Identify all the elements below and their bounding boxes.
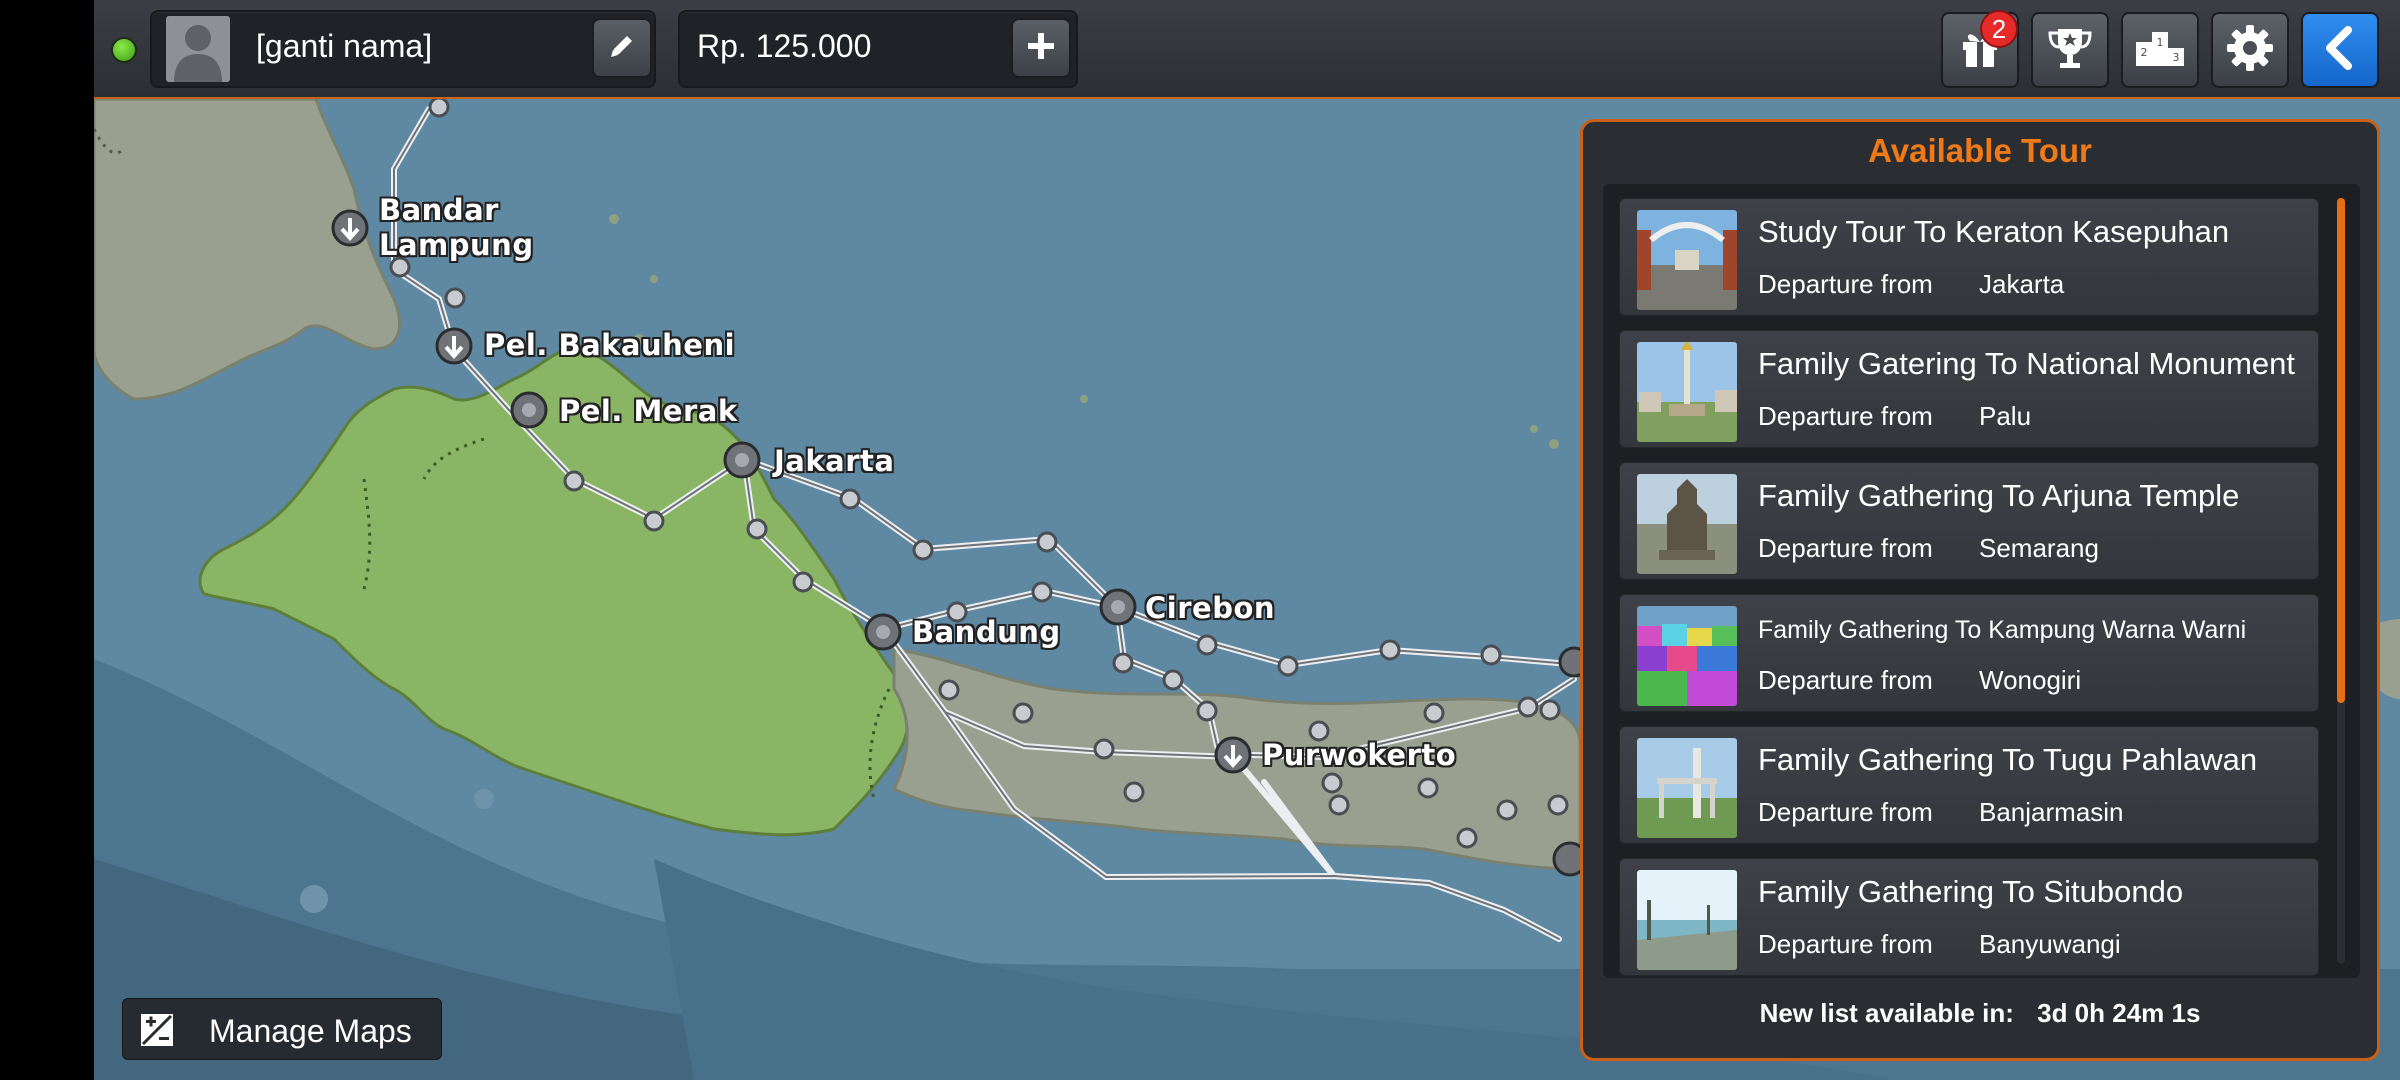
city-label-bakauheni[interactable]: Pel. Bakauheni	[484, 328, 735, 363]
gift-count-badge: 2	[1980, 10, 2018, 48]
departure-label: Departure from	[1758, 269, 1933, 299]
city-label-bandar-lampung[interactable]: Bandar Lampung	[379, 193, 534, 263]
city-label-jakarta[interactable]: Jakarta	[774, 444, 894, 479]
tour-list[interactable]: Study Tour To Keraton Kasepuhan Departur…	[1603, 184, 2360, 978]
tour-thumbnail	[1637, 870, 1737, 970]
tour-item[interactable]: Family Gathering To Arjuna Temple Depart…	[1619, 462, 2319, 580]
new-list-label: New list available in:	[1759, 998, 2014, 1028]
departure-city: Palu	[1979, 401, 2032, 431]
manage-maps-button[interactable]: Manage Maps	[122, 998, 442, 1060]
city-label-merak[interactable]: Pel. Merak	[559, 394, 738, 429]
city-label-bandung[interactable]: Bandung	[912, 615, 1061, 650]
map-edit-icon	[139, 1012, 175, 1048]
tour-name: Study Tour To Keraton Kasepuhan	[1758, 214, 2230, 249]
city-label-cirebon[interactable]: Cirebon	[1145, 591, 1275, 626]
back-button[interactable]	[2301, 12, 2379, 88]
departure-city: Semarang	[1979, 533, 2099, 563]
svg-text:3: 3	[2173, 51, 2180, 64]
new-list-timer: New list available in: 3d 0h 24m 1s	[1583, 998, 2377, 1029]
tour-name: Family Gatering To National Monument	[1758, 346, 2296, 381]
gear-icon	[2225, 23, 2275, 78]
plus-icon	[1025, 30, 1057, 67]
money-amount: Rp. 125.000	[697, 28, 872, 64]
chevron-left-icon	[2322, 25, 2358, 75]
tour-item[interactable]: Family Gatering To National Monument Dep…	[1619, 330, 2319, 448]
departure-label: Departure from	[1758, 929, 1933, 959]
tour-name: Family Gathering To Situbondo	[1758, 874, 2184, 909]
departure-label: Departure from	[1758, 533, 1933, 563]
add-money-button[interactable]	[1011, 18, 1071, 78]
tour-list-scrollbar[interactable]	[2337, 198, 2345, 703]
pencil-icon	[607, 31, 637, 66]
tour-name: Family Gathering To Kampung Warna Warni	[1758, 616, 2247, 644]
tour-thumbnail	[1637, 474, 1737, 574]
tour-item[interactable]: Family Gathering To Kampung Warna Warni …	[1619, 594, 2319, 712]
tour-thumbnail	[1637, 342, 1737, 442]
tour-name: Family Gathering To Arjuna Temple	[1758, 478, 2240, 513]
tour-thumbnail	[1637, 606, 1737, 706]
achievements-button[interactable]	[2031, 12, 2109, 88]
tour-name: Family Gathering To Tugu Pahlawan	[1758, 742, 2258, 777]
tour-panel-title: Available Tour	[1868, 132, 2092, 169]
tour-item[interactable]: Study Tour To Keraton Kasepuhan Departur…	[1619, 198, 2319, 316]
departure-city: Jakarta	[1979, 269, 2065, 299]
departure-label: Departure from	[1758, 665, 1933, 695]
tour-thumbnail	[1637, 210, 1737, 310]
tour-item[interactable]: Family Gathering To Situbondo Departure …	[1619, 858, 2319, 976]
tour-item[interactable]: Family Gathering To Tugu Pahlawan Depart…	[1619, 726, 2319, 844]
online-dot-icon	[111, 37, 137, 63]
edit-name-button[interactable]	[592, 18, 652, 78]
user-avatar-icon[interactable]	[166, 16, 230, 82]
podium-icon: 1 2 3	[2135, 28, 2185, 73]
manage-maps-label: Manage Maps	[209, 1013, 412, 1049]
player-name: [ganti nama]	[256, 28, 433, 64]
svg-text:1: 1	[2157, 36, 2164, 49]
available-tour-panel: Available Tour Study Tour To Keraton Kas…	[1580, 119, 2380, 1061]
new-list-countdown: 3d 0h 24m 1s	[2037, 998, 2201, 1028]
departure-city: Banyuwangi	[1979, 929, 2121, 959]
svg-text:2: 2	[2141, 46, 2148, 59]
game-screen: Bandar Lampung Pel. Bakauheni Pel. Merak…	[0, 0, 2400, 1080]
leaderboard-button[interactable]: 1 2 3	[2121, 12, 2199, 88]
departure-city: Banjarmasin	[1979, 797, 2124, 827]
departure-city: Wonogiri	[1979, 665, 2082, 695]
trophy-icon	[2046, 25, 2094, 76]
city-label-purwokerto[interactable]: Purwokerto	[1262, 738, 1456, 773]
tour-thumbnail	[1637, 738, 1737, 838]
departure-label: Departure from	[1758, 797, 1933, 827]
departure-label: Departure from	[1758, 401, 1933, 431]
settings-button[interactable]	[2211, 12, 2289, 88]
